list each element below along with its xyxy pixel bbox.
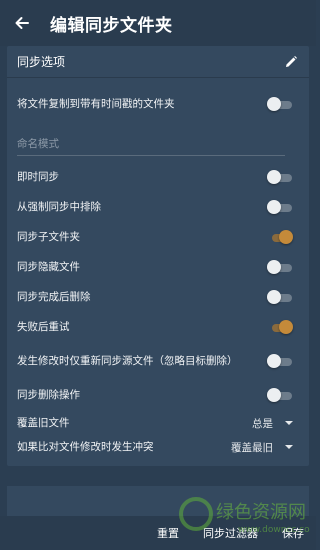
conflict-dropdown[interactable]: 覆盖最旧 <box>231 440 293 455</box>
toggle-switch[interactable] <box>267 229 293 245</box>
sync-options-card: 同步选项 将文件复制到带有时间戳的文件夹 命名模式 即时同步 从强制同步中排除 … <box>7 46 309 466</box>
app-bar: 编辑同步文件夹 <box>0 0 316 46</box>
row-label: 如果比对文件修改时发生冲突 <box>17 441 154 453</box>
row-label: 同步隐藏文件 <box>17 261 80 273</box>
toggle-switch[interactable] <box>267 169 293 185</box>
bottom-action-bar: 重置 同步过滤器 保存 <box>0 516 316 550</box>
toggle-switch[interactable] <box>267 259 293 275</box>
dropdown-arrow-icon <box>285 421 293 425</box>
save-button[interactable]: 保存 <box>270 525 316 541</box>
edit-pencil-icon[interactable] <box>283 54 299 70</box>
row-label: 失败后重试 <box>17 321 70 333</box>
toggle-switch[interactable] <box>267 319 293 335</box>
row-label: 同步子文件夹 <box>17 231 80 243</box>
overwrite-dropdown[interactable]: 总是 <box>252 416 293 431</box>
row-label: 覆盖旧文件 <box>17 417 70 429</box>
dropdown-value: 覆盖最旧 <box>231 441 273 454</box>
row-overwrite-old-files[interactable]: 覆盖旧文件 总是 <box>7 412 309 434</box>
row-label: 将文件复制到带有时间戳的文件夹 <box>17 98 175 110</box>
row-exclude-force-sync[interactable]: 从强制同步中排除 <box>7 196 309 218</box>
row-resync-source-only[interactable]: 发生修改时仅重新同步源文件（忽略目标删除） <box>7 345 309 377</box>
toggle-switch[interactable] <box>267 289 293 305</box>
row-sync-deletions[interactable]: 同步删除操作 <box>7 384 309 406</box>
card-title: 同步选项 <box>17 55 66 69</box>
naming-mode-field[interactable]: 命名模式 <box>17 136 285 156</box>
row-conflict-resolution[interactable]: 如果比对文件修改时发生冲突 覆盖最旧 <box>7 436 309 458</box>
naming-mode-label: 命名模式 <box>17 138 59 150</box>
next-card <box>7 486 309 516</box>
toggle-switch[interactable] <box>267 96 293 112</box>
card-header: 同步选项 <box>7 46 309 78</box>
toggle-switch[interactable] <box>267 199 293 215</box>
row-retry-after-failure[interactable]: 失败后重试 <box>7 316 309 338</box>
reset-button[interactable]: 重置 <box>145 525 191 541</box>
page-title: 编辑同步文件夹 <box>50 15 173 36</box>
row-label: 即时同步 <box>17 171 59 183</box>
row-label: 同步完成后删除 <box>17 291 91 303</box>
row-sync-subfolders[interactable]: 同步子文件夹 <box>7 226 309 248</box>
toggle-switch[interactable] <box>267 387 293 403</box>
row-instant-sync[interactable]: 即时同步 <box>7 166 309 188</box>
back-arrow-icon[interactable] <box>0 0 44 46</box>
row-label: 从强制同步中排除 <box>17 201 101 213</box>
toggle-switch[interactable] <box>267 353 293 369</box>
row-label: 同步删除操作 <box>17 389 80 401</box>
dropdown-arrow-icon <box>285 445 293 449</box>
row-timestamp-folder[interactable]: 将文件复制到带有时间戳的文件夹 <box>7 92 309 116</box>
dropdown-value: 总是 <box>252 417 273 430</box>
row-sync-hidden-files[interactable]: 同步隐藏文件 <box>7 256 309 278</box>
row-label: 发生修改时仅重新同步源文件（忽略目标删除） <box>17 355 238 367</box>
row-delete-after-sync[interactable]: 同步完成后删除 <box>7 286 309 308</box>
sync-filters-button[interactable]: 同步过滤器 <box>191 525 270 541</box>
